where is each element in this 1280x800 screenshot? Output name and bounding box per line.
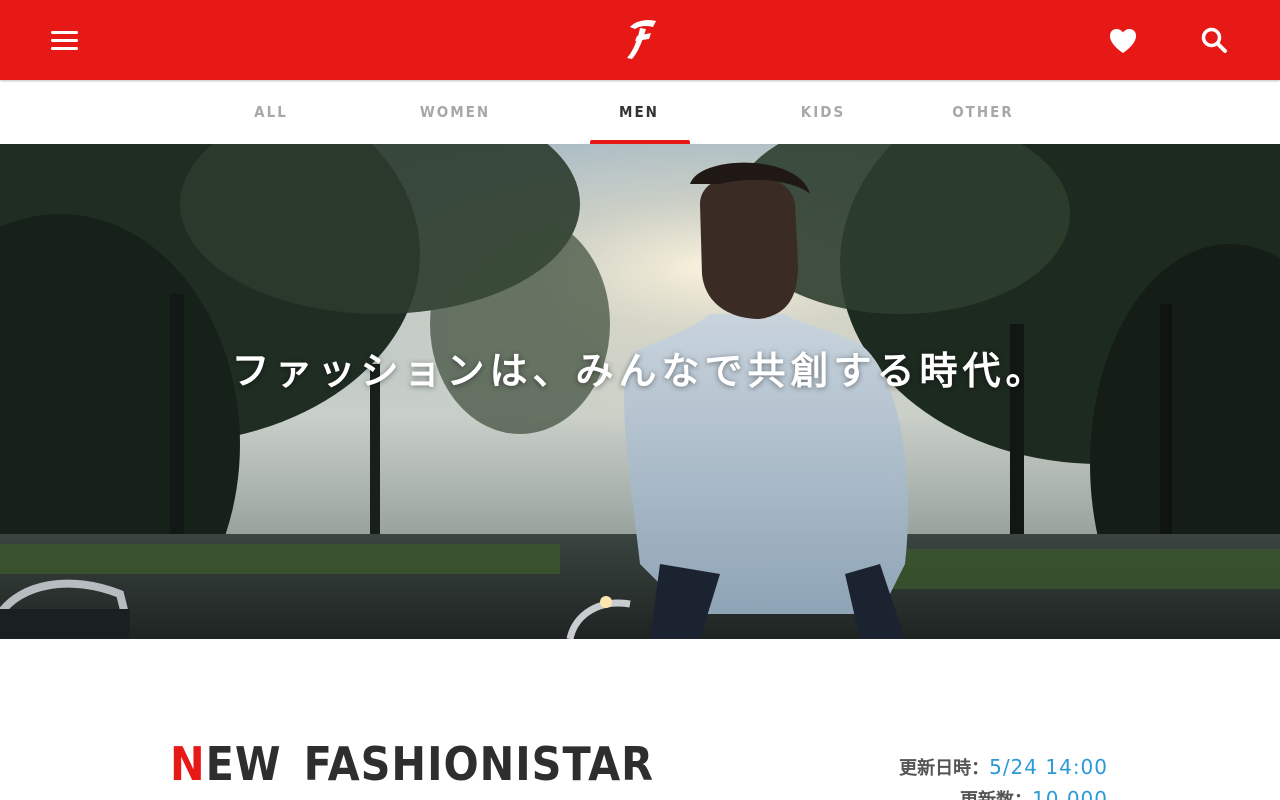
section-title-word-1: EW — [205, 737, 282, 791]
tab-kids[interactable]: KIDS — [753, 80, 893, 144]
updated-at-label: 更新日時： — [899, 758, 990, 779]
update-info: 更新日時：5/24 14:00 更新数：10,000 — [899, 752, 1108, 800]
updated-at-row: 更新日時：5/24 14:00 — [899, 752, 1108, 784]
update-count-row: 更新数：10,000 — [899, 784, 1108, 800]
update-count-value: 10,000 — [1032, 787, 1108, 800]
updated-at-value: 5/24 14:00 — [989, 755, 1108, 779]
hero-banner: ファッションは、みんなで共創する時代。 — [0, 144, 1280, 639]
update-count-label: 更新数： — [960, 790, 1032, 800]
fashionstar-logo-icon[interactable] — [618, 16, 662, 64]
heart-icon[interactable] — [1103, 20, 1143, 60]
tab-all[interactable]: ALL — [201, 80, 341, 144]
tab-other[interactable]: OTHER — [913, 80, 1053, 144]
section-title: NEW FASHIONISTAR — [170, 736, 654, 792]
section-title-accent-letter: N — [170, 737, 206, 791]
category-tabs: ALL WOMEN MEN KIDS OTHER — [0, 80, 1280, 144]
top-header — [0, 0, 1280, 80]
tab-women[interactable]: WOMEN — [385, 80, 525, 144]
tab-men[interactable]: MEN — [569, 80, 709, 144]
section-title-word-2: FASHIONISTAR — [303, 737, 655, 791]
search-icon[interactable] — [1194, 20, 1234, 60]
hamburger-menu-icon[interactable] — [44, 20, 84, 60]
hero-headline: ファッションは、みんなで共創する時代。 — [231, 349, 1049, 393]
